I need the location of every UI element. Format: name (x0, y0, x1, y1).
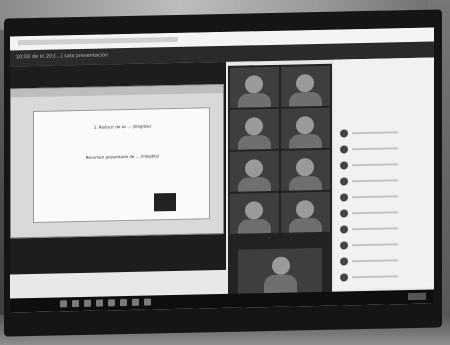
search-icon[interactable] (72, 299, 79, 308)
participant-row[interactable] (340, 176, 426, 187)
video-tile[interactable] (281, 65, 330, 107)
browser-tabs[interactable] (18, 36, 178, 46)
participant-row[interactable] (340, 192, 426, 203)
participant-row[interactable] (340, 256, 426, 267)
meeting-title: 10:00 de lo 20:[...] sala presentación (16, 52, 109, 61)
windows-start-icon[interactable] (60, 300, 67, 308)
photo: 10:00 de lo 20:[...] sala presentación 1… (0, 0, 450, 345)
participant-row[interactable] (340, 224, 426, 235)
system-clock[interactable] (408, 292, 426, 301)
video-tile[interactable] (281, 191, 330, 233)
video-tile[interactable] (281, 107, 330, 149)
video-tile[interactable] (230, 150, 279, 192)
participant-row[interactable] (340, 144, 426, 155)
app-icon[interactable] (144, 298, 151, 306)
chrome-icon[interactable] (96, 299, 103, 307)
video-tile[interactable] (230, 108, 279, 150)
participants-panel (334, 57, 434, 290)
video-gallery (228, 63, 332, 304)
video-tile[interactable] (230, 66, 279, 108)
video-tile[interactable] (230, 192, 279, 234)
presentation-slide: 1. Reducir de as ... (illegible) Resumen… (33, 107, 210, 223)
app-icon[interactable] (132, 298, 139, 306)
presentation-window: 1. Reducir de as ... (illegible) Resumen… (10, 83, 224, 239)
participant-row[interactable] (340, 208, 426, 219)
video-tile[interactable] (281, 149, 330, 191)
participant-row[interactable] (340, 160, 426, 171)
video-tile[interactable] (238, 247, 322, 296)
participant-row[interactable] (340, 240, 426, 251)
participant-row[interactable] (340, 272, 426, 283)
presentation-toolbar (11, 84, 223, 98)
app-icon[interactable] (120, 298, 127, 307)
slide-image (154, 192, 176, 212)
monitor-screen: 10:00 de lo 20:[...] sala presentación 1… (10, 27, 434, 313)
taskview-icon[interactable] (84, 299, 91, 307)
slide-text-2: Resumen presentado de ... (illegible) (85, 153, 160, 160)
folder-icon[interactable] (108, 299, 115, 307)
slide-text-1: 1. Reducir de as ... (illegible) (93, 123, 152, 130)
shared-screen-area: 1. Reducir de as ... (illegible) Resumen… (10, 61, 226, 275)
participant-row[interactable] (340, 128, 426, 139)
